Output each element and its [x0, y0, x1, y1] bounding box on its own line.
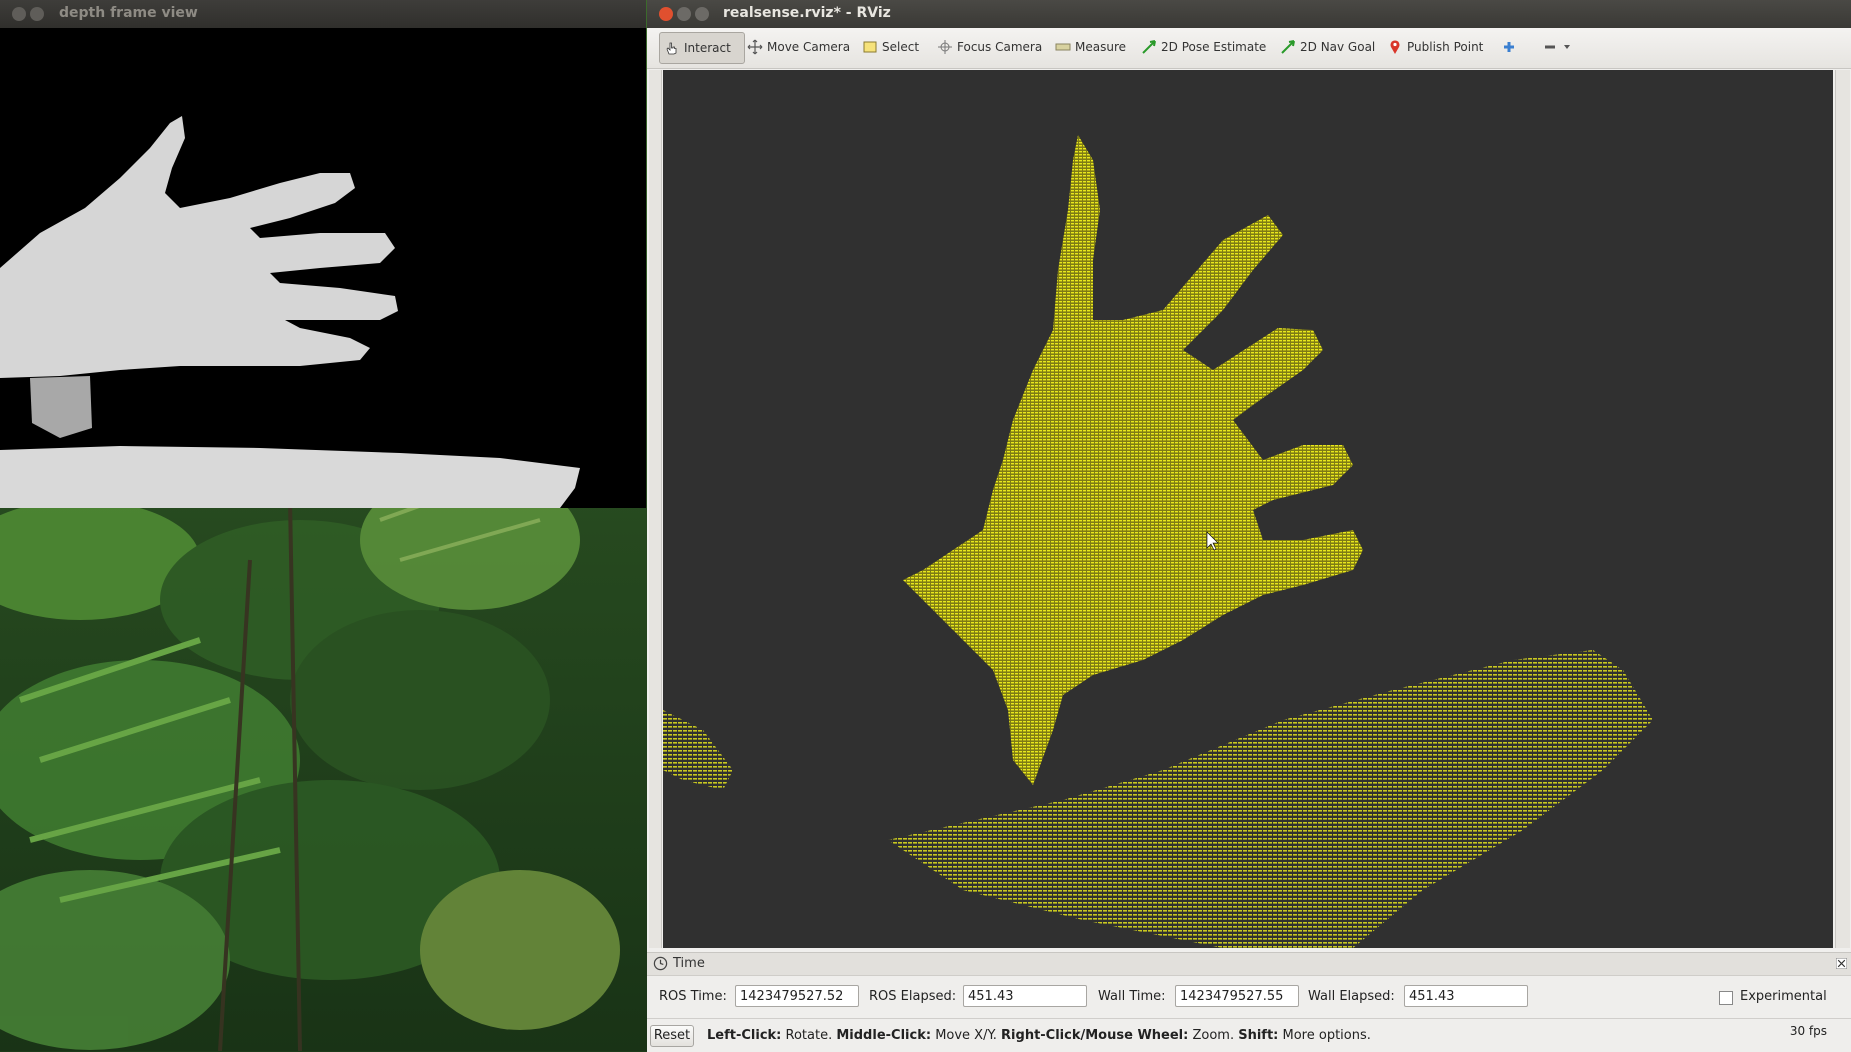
select-label: Select [882, 40, 920, 54]
move-arrows-icon [747, 39, 763, 55]
publish-point-tool-button[interactable]: Publish Point [1387, 32, 1483, 62]
publish-point-label: Publish Point [1407, 40, 1484, 54]
depth-image[interactable] [0, 28, 641, 508]
experimental-label: Experimental [1740, 989, 1827, 1004]
fps-counter: 30 fps [1789, 1024, 1827, 1038]
depth-window-title: depth frame view [59, 5, 198, 21]
depth-window-titlebar[interactable]: depth frame view [0, 0, 646, 28]
time-panel: Time ROS Time: 1423479527.52 ROS Elapsed… [647, 952, 1851, 1018]
wall-elapsed-label: Wall Elapsed: [1308, 989, 1395, 1004]
time-panel-title: Time [673, 956, 705, 971]
ros-time-label: ROS Time: [659, 989, 727, 1004]
nav-goal-label: 2D Nav Goal [1300, 40, 1376, 54]
measure-label: Measure [1075, 40, 1126, 54]
focus-camera-tool-button[interactable]: Focus Camera [937, 32, 1042, 62]
remove-tool-button[interactable] [1543, 32, 1571, 62]
focus-crosshair-icon [938, 40, 952, 54]
status-bar: Reset Left-Click: Rotate. Middle-Click: … [647, 1018, 1851, 1052]
close-icon[interactable] [12, 7, 26, 21]
ruler-icon [1055, 43, 1071, 51]
render-viewport[interactable] [663, 70, 1833, 948]
interact-tool-button[interactable]: Interact [659, 32, 745, 64]
select-tool-button[interactable]: Select [862, 32, 919, 62]
add-tool-button[interactable] [1501, 32, 1521, 62]
nav-goal-tool-button[interactable]: 2D Nav Goal [1280, 32, 1375, 62]
minus-icon [1545, 45, 1555, 49]
time-panel-header[interactable]: Time [647, 953, 1851, 976]
wall-time-label: Wall Time: [1098, 989, 1166, 1004]
hand-cursor-icon [666, 42, 677, 55]
minimize-icon[interactable] [30, 7, 44, 21]
select-box-icon [863, 41, 877, 53]
rviz-toolbar: Interact Move Camera Select Focus Camera… [647, 28, 1851, 69]
pose-estimate-tool-button[interactable]: 2D Pose Estimate [1141, 32, 1266, 62]
wall-elapsed-field[interactable]: 451.43 [1404, 985, 1528, 1007]
left-dock-splitter[interactable] [649, 70, 662, 948]
maximize-icon[interactable] [695, 7, 709, 21]
ros-elapsed-field[interactable]: 451.43 [963, 985, 1087, 1007]
rviz-window-title: realsense.rviz* - RViz [723, 5, 891, 21]
rviz-titlebar[interactable]: realsense.rviz* - RViz [647, 0, 1851, 28]
green-arrow-icon [1142, 40, 1156, 54]
mouse-hint-text: Left-Click: Rotate. Middle-Click: Move X… [707, 1028, 1371, 1043]
close-icon[interactable] [659, 7, 673, 21]
map-pin-icon [1390, 40, 1400, 54]
interact-label: Interact [684, 41, 731, 55]
move-camera-tool-button[interactable]: Move Camera [747, 32, 850, 62]
plus-icon [1504, 42, 1514, 52]
green-arrow-icon [1281, 40, 1295, 54]
focus-camera-label: Focus Camera [957, 40, 1043, 54]
measure-tool-button[interactable]: Measure [1055, 32, 1126, 62]
reset-button[interactable]: Reset [650, 1025, 694, 1047]
minimize-icon[interactable] [677, 7, 691, 21]
ros-elapsed-label: ROS Elapsed: [869, 989, 957, 1004]
pose-estimate-label: 2D Pose Estimate [1161, 40, 1267, 54]
close-panel-icon[interactable] [1836, 958, 1847, 969]
wall-time-field[interactable]: 1423479527.55 [1175, 985, 1299, 1007]
rviz-window: realsense.rviz* - RViz Interact Move Cam… [647, 0, 1851, 1052]
chevron-down-icon [1564, 45, 1570, 49]
move-camera-label: Move Camera [767, 40, 851, 54]
clock-icon [653, 956, 668, 971]
ros-time-field[interactable]: 1423479527.52 [735, 985, 859, 1007]
depth-frame-window: depth frame view [0, 0, 646, 508]
experimental-checkbox[interactable] [1719, 991, 1733, 1005]
right-dock-splitter[interactable] [1835, 70, 1850, 948]
